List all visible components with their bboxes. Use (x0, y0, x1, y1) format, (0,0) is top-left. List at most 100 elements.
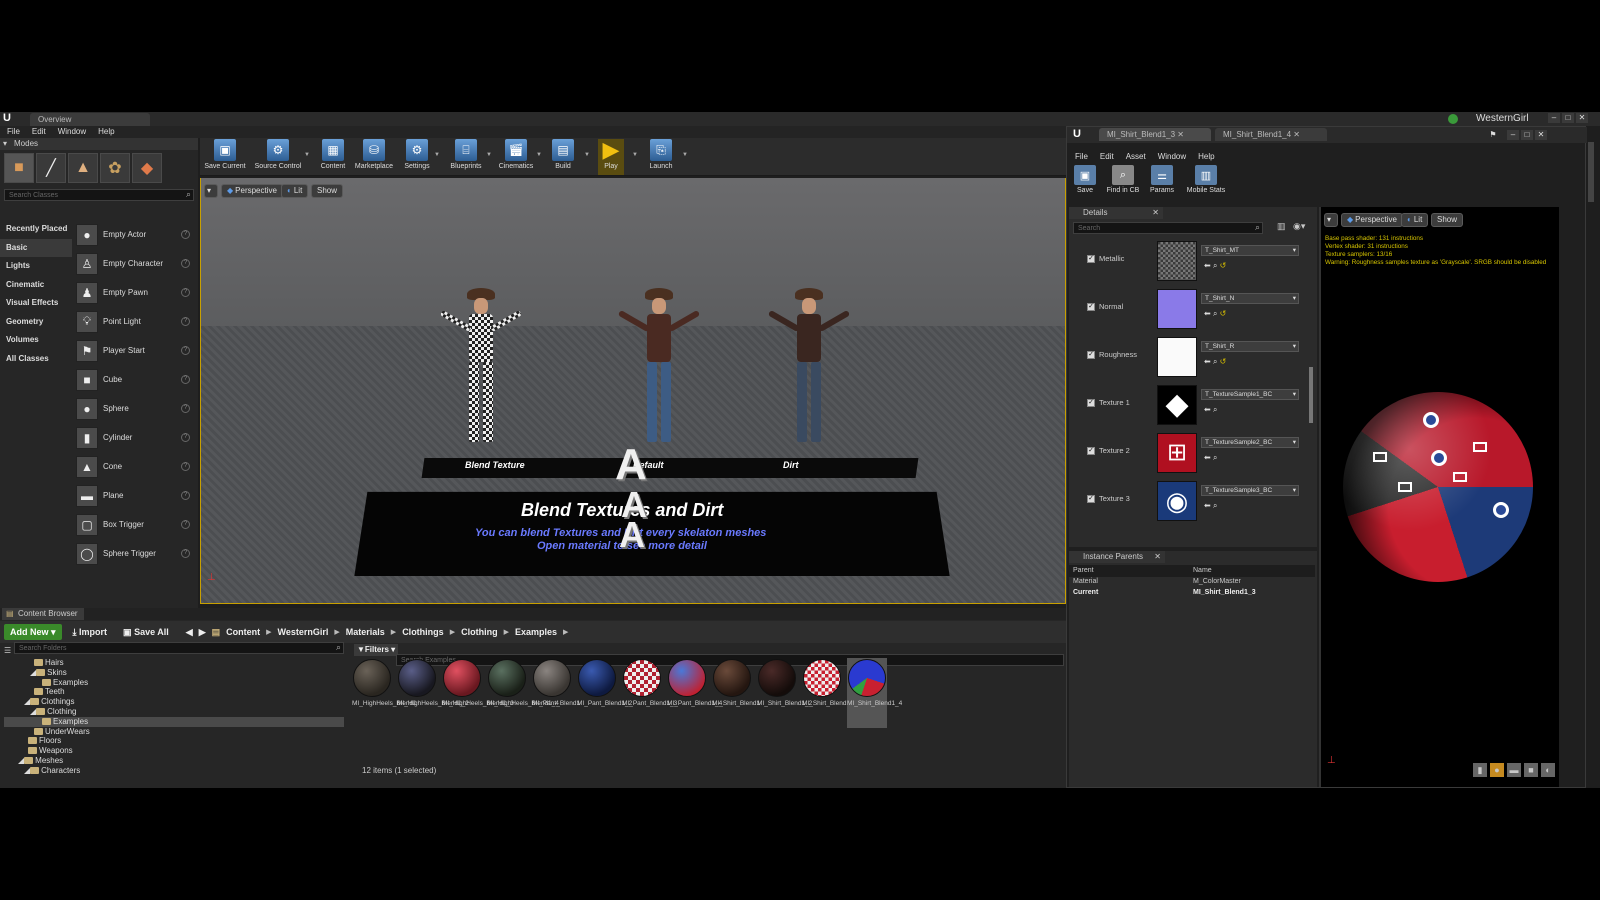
use-selected-icon[interactable]: ⬅ (1204, 357, 1211, 366)
save-current-button[interactable]: ▣ Save Current (202, 139, 248, 175)
level-viewport[interactable]: Blend Texture Default Dirt Blend Texture… (200, 178, 1066, 604)
details-scrollbar[interactable] (1309, 367, 1313, 423)
menu-file[interactable]: File (7, 126, 20, 138)
maximize-button[interactable]: □ (1521, 130, 1533, 140)
asset-tile[interactable]: MI_HighHeels_Blend1 (352, 658, 417, 728)
back-icon[interactable]: ◀ (186, 627, 193, 638)
param-enabled-checkbox[interactable]: ✓ (1087, 351, 1095, 359)
category-recently-placed[interactable]: Recently Placed (0, 220, 72, 239)
help-icon[interactable]: ? (181, 462, 190, 471)
asset-tile[interactable]: MI_Shirt_Blend1_3 (802, 658, 857, 728)
class-cone[interactable]: ▲ Cone? (76, 452, 194, 481)
param-enabled-checkbox[interactable]: ✓ (1087, 255, 1095, 263)
tab-overview[interactable]: Overview (30, 113, 150, 126)
mat-save-button[interactable]: ▣ Save (1073, 165, 1097, 199)
tree-item-skins[interactable]: ◢ Skins (4, 668, 344, 678)
cylinder-icon[interactable]: ▮ (1473, 763, 1487, 777)
asset-tile[interactable]: MI_Pant_Blend1_4 (667, 658, 722, 728)
minimize-button[interactable]: – (1507, 130, 1519, 140)
class-empty-character[interactable]: ♙ Empty Character? (76, 249, 194, 278)
class-player-start[interactable]: ⚑ Player Start? (76, 336, 194, 365)
viewport-options-button[interactable]: ▾ (1324, 213, 1338, 227)
close-icon[interactable]: ✕ (1177, 130, 1184, 139)
tree-item-characters[interactable]: ◢ Characters (4, 766, 344, 776)
preview-show-button[interactable]: Show (1431, 213, 1464, 227)
browse-icon[interactable]: ⌕ (1213, 261, 1217, 270)
browse-icon[interactable]: ⌕ (1213, 453, 1217, 462)
close-icon[interactable]: ✕ (1152, 207, 1159, 219)
param-enabled-checkbox[interactable]: ✓ (1087, 447, 1095, 455)
eye-icon[interactable]: ◉▾ (1293, 221, 1305, 232)
perspective-button[interactable]: ◆ Perspective (221, 184, 283, 198)
character-blend-texture[interactable] (439, 288, 523, 458)
maximize-button[interactable]: □ (1562, 113, 1574, 123)
teapot-icon[interactable]: ◐ (1541, 763, 1555, 777)
marketplace-button[interactable]: ⛁ Marketplace (352, 139, 396, 175)
asset-tile-selected[interactable]: MI_Shirt_Blend1_4 (847, 658, 902, 728)
menu-edit[interactable]: Edit (1100, 151, 1114, 163)
texture-dropdown[interactable]: T_Shirt_MT ▾ (1201, 245, 1299, 256)
menu-help[interactable]: Help (98, 126, 114, 138)
class-cube[interactable]: ■ Cube? (76, 365, 194, 394)
class-empty-actor[interactable]: ● Empty Actor? (76, 220, 194, 249)
chevron-down-icon[interactable]: ▼ (304, 152, 310, 158)
category-lights[interactable]: Lights (0, 257, 72, 276)
sphere-icon[interactable]: ● (1490, 763, 1504, 777)
browse-icon[interactable]: ⌕ (1213, 501, 1217, 510)
place-mode-icon[interactable]: ■ (4, 153, 34, 183)
breadcrumb-clothings[interactable]: Clothings (402, 627, 444, 637)
texture-thumbnail[interactable] (1157, 241, 1197, 281)
content-browser-tab[interactable]: ▤ Content Browser (2, 608, 84, 620)
close-button[interactable]: ✕ (1576, 113, 1588, 123)
category-all-classes[interactable]: All Classes (0, 350, 72, 369)
modes-tab[interactable]: ▾ Modes (0, 138, 198, 150)
tab-mi-shirt-blend1-4[interactable]: MI_Shirt_Blend1_4 ✕ (1215, 128, 1327, 141)
filters-button[interactable]: ▼Filters ▾ (354, 644, 399, 656)
texture-dropdown[interactable]: T_TextureSample2_BC ▾ (1201, 437, 1299, 448)
param-enabled-checkbox[interactable]: ✓ (1087, 399, 1095, 407)
tree-item-teeth[interactable]: Teeth (4, 687, 344, 697)
tree-item-meshes[interactable]: ◢ Meshes (4, 756, 344, 766)
mobile-stats-button[interactable]: ▥ Mobile Stats (1183, 165, 1229, 199)
content-button[interactable]: ▦ Content (316, 139, 350, 175)
asset-tile[interactable]: MI_HighHeels_Blend1_2 (397, 658, 469, 728)
browse-icon[interactable]: ⌕ (1213, 309, 1217, 318)
save-all-button[interactable]: ▣ Save All (118, 624, 174, 640)
asset-tile[interactable]: MI_Shirt_Blend1 (712, 658, 760, 728)
texture-thumbnail[interactable] (1157, 289, 1197, 329)
category-cinematic[interactable]: Cinematic (0, 276, 72, 295)
breadcrumb-clothing[interactable]: Clothing (461, 627, 498, 637)
view-options-icon[interactable]: ▥ (1277, 221, 1286, 232)
help-icon[interactable]: ? (181, 520, 190, 529)
texture-thumbnail[interactable] (1157, 337, 1197, 377)
tree-item-hairs[interactable]: Hairs (4, 658, 344, 668)
help-icon[interactable]: ? (181, 230, 190, 239)
tree-item-clothing-examples[interactable]: Examples (4, 716, 344, 727)
class-point-light[interactable]: 💡︎ Point Light? (76, 307, 194, 336)
landscape-mode-icon[interactable]: ▲ (68, 153, 98, 183)
param-enabled-checkbox[interactable]: ✓ (1087, 303, 1095, 311)
use-selected-icon[interactable]: ⬅ (1204, 309, 1211, 318)
class-cylinder[interactable]: ▮ Cylinder? (76, 423, 194, 452)
preview-lit-button[interactable]: ◐ Lit (1401, 213, 1429, 227)
help-icon[interactable]: ? (181, 259, 190, 268)
search-folders-input[interactable]: Search Folders ⌕ (14, 642, 344, 654)
texture-dropdown[interactable]: T_TextureSample3_BC ▾ (1201, 485, 1299, 496)
browse-icon[interactable]: ⌕ (1213, 405, 1217, 414)
help-icon[interactable]: ? (181, 317, 190, 326)
param-enabled-checkbox[interactable]: ✓ (1087, 495, 1095, 503)
find-in-cb-button[interactable]: ⌕ Find in CB (1103, 165, 1143, 199)
import-button[interactable]: ⤓ Import (68, 624, 113, 640)
breadcrumb-examples[interactable]: Examples (515, 627, 557, 637)
menu-help[interactable]: Help (1198, 151, 1214, 163)
source-control-status-icon[interactable] (1448, 114, 1458, 124)
blueprints-button[interactable]: ⌸ Blueprints (446, 139, 486, 175)
asset-tile[interactable]: MI_HighHeels_Blend1_3 (442, 658, 514, 728)
settings-button[interactable]: ⚙ Settings (400, 139, 434, 175)
table-row[interactable]: Material M_ColorMaster (1069, 578, 1315, 589)
details-search-input[interactable]: Search ⌕ (1073, 222, 1263, 234)
help-icon[interactable]: ? (181, 288, 190, 297)
close-button[interactable]: ✕ (1535, 130, 1547, 140)
add-new-button[interactable]: Add New ▾ (4, 624, 62, 640)
window-texture-thumbnail[interactable]: ⊞ (1157, 433, 1197, 473)
